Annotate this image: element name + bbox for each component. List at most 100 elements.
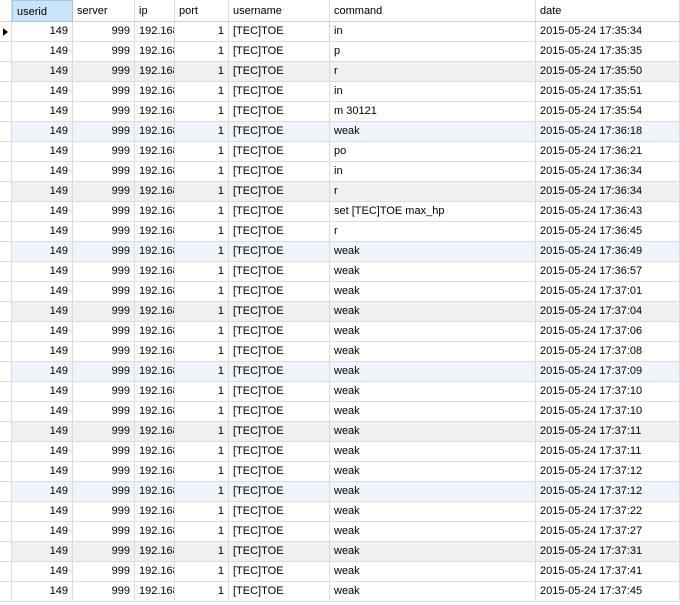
cell-command[interactable]: weak <box>330 462 536 482</box>
cell-command[interactable]: weak <box>330 442 536 462</box>
table-row[interactable]: 149 999 192.168 1 [TEC]TOE in 2015-05-24 17:36… <box>0 162 680 182</box>
table-row[interactable]: 149 999 192.168 1 [TEC]TOE p 2015-05-24 17:35:… <box>0 42 680 62</box>
cell-date[interactable]: 2015-05-24 17:36:18 <box>536 122 680 142</box>
cell-server[interactable]: 999 <box>73 122 135 142</box>
cell-ip[interactable]: 192.168 <box>135 162 175 182</box>
cell-port[interactable]: 1 <box>175 442 229 462</box>
cell-command[interactable]: weak <box>330 542 536 562</box>
table-row[interactable]: 149 999 192.168 1 [TEC]TOE weak 2015-05-24 17:… <box>0 342 680 362</box>
cell-port[interactable]: 1 <box>175 422 229 442</box>
cell-command[interactable]: weak <box>330 342 536 362</box>
cell-date[interactable]: 2015-05-24 17:35:50 <box>536 62 680 82</box>
table-row[interactable]: 149 999 192.168 1 [TEC]TOE weak 2015-05-24 17:… <box>0 382 680 402</box>
table-row[interactable]: 149 999 192.168 1 [TEC]TOE r 2015-05-24 17:36:… <box>0 222 680 242</box>
cell-ip[interactable]: 192.168 <box>135 582 175 602</box>
table-row[interactable]: 149 999 192.168 1 [TEC]TOE weak 2015-05-24 17:… <box>0 582 680 602</box>
cell-userid[interactable]: 149 <box>12 42 73 62</box>
cell-command[interactable]: weak <box>330 482 536 502</box>
cell-ip[interactable]: 192.168 <box>135 382 175 402</box>
row-indicator[interactable] <box>0 362 12 382</box>
cell-server[interactable]: 999 <box>73 82 135 102</box>
cell-command[interactable]: weak <box>330 322 536 342</box>
table-row[interactable]: 149 999 192.168 1 [TEC]TOE weak 2015-05-24 17:… <box>0 442 680 462</box>
cell-port[interactable]: 1 <box>175 382 229 402</box>
cell-ip[interactable]: 192.168 <box>135 182 175 202</box>
cell-port[interactable]: 1 <box>175 522 229 542</box>
cell-date[interactable]: 2015-05-24 17:35:35 <box>536 42 680 62</box>
cell-server[interactable]: 999 <box>73 462 135 482</box>
cell-date[interactable]: 2015-05-24 17:37:10 <box>536 402 680 422</box>
cell-username[interactable]: [TEC]TOE <box>229 202 330 222</box>
cell-username[interactable]: [TEC]TOE <box>229 562 330 582</box>
cell-server[interactable]: 999 <box>73 142 135 162</box>
cell-userid[interactable]: 149 <box>12 522 73 542</box>
cell-username[interactable]: [TEC]TOE <box>229 342 330 362</box>
row-indicator[interactable] <box>0 542 12 562</box>
cell-port[interactable]: 1 <box>175 22 229 42</box>
table-row[interactable]: 149 999 192.168 1 [TEC]TOE weak 2015-05-24 17:… <box>0 322 680 342</box>
cell-server[interactable]: 999 <box>73 22 135 42</box>
cell-userid[interactable]: 149 <box>12 62 73 82</box>
table-row[interactable]: 149 999 192.168 1 [TEC]TOE weak 2015-05-24 17:… <box>0 462 680 482</box>
cell-userid[interactable]: 149 <box>12 582 73 602</box>
table-row[interactable]: 149 999 192.168 1 [TEC]TOE weak 2015-05-24 17:… <box>0 302 680 322</box>
cell-port[interactable]: 1 <box>175 502 229 522</box>
cell-ip[interactable]: 192.168 <box>135 502 175 522</box>
table-row[interactable]: 149 999 192.168 1 [TEC]TOE weak 2015-05-24 17:… <box>0 282 680 302</box>
table-row[interactable]: 149 999 192.168 1 [TEC]TOE weak 2015-05-24 17:… <box>0 362 680 382</box>
cell-userid[interactable]: 149 <box>12 222 73 242</box>
cell-userid[interactable]: 149 <box>12 562 73 582</box>
cell-userid[interactable]: 149 <box>12 482 73 502</box>
cell-ip[interactable]: 192.168 <box>135 422 175 442</box>
table-row[interactable]: 149 999 192.168 1 [TEC]TOE weak 2015-05-24 17:… <box>0 262 680 282</box>
cell-server[interactable]: 999 <box>73 562 135 582</box>
cell-userid[interactable]: 149 <box>12 382 73 402</box>
cell-port[interactable]: 1 <box>175 322 229 342</box>
cell-server[interactable]: 999 <box>73 482 135 502</box>
cell-ip[interactable]: 192.168 <box>135 142 175 162</box>
cell-server[interactable]: 999 <box>73 322 135 342</box>
cell-ip[interactable]: 192.168 <box>135 42 175 62</box>
cell-date[interactable]: 2015-05-24 17:37:11 <box>536 442 680 462</box>
table-row[interactable]: 149 999 192.168 1 [TEC]TOE weak 2015-05-24 17:… <box>0 482 680 502</box>
row-indicator[interactable] <box>0 202 12 222</box>
cell-date[interactable]: 2015-05-24 17:36:34 <box>536 162 680 182</box>
cell-command[interactable]: weak <box>330 562 536 582</box>
cell-server[interactable]: 999 <box>73 382 135 402</box>
cell-username[interactable]: [TEC]TOE <box>229 402 330 422</box>
table-row[interactable]: 149 999 192.168 1 [TEC]TOE po 2015-05-24 17:36… <box>0 142 680 162</box>
cell-port[interactable]: 1 <box>175 42 229 62</box>
cell-date[interactable]: 2015-05-24 17:37:09 <box>536 362 680 382</box>
cell-server[interactable]: 999 <box>73 282 135 302</box>
cell-date[interactable]: 2015-05-24 17:37:04 <box>536 302 680 322</box>
cell-port[interactable]: 1 <box>175 142 229 162</box>
cell-server[interactable]: 999 <box>73 42 135 62</box>
cell-ip[interactable]: 192.168 <box>135 62 175 82</box>
cell-server[interactable]: 999 <box>73 202 135 222</box>
cell-date[interactable]: 2015-05-24 17:35:34 <box>536 22 680 42</box>
column-header-server[interactable]: server <box>73 0 135 22</box>
cell-port[interactable]: 1 <box>175 562 229 582</box>
column-header-command[interactable]: command <box>330 0 536 22</box>
cell-ip[interactable]: 192.168 <box>135 322 175 342</box>
cell-username[interactable]: [TEC]TOE <box>229 262 330 282</box>
row-indicator[interactable] <box>0 422 12 442</box>
table-row[interactable]: 149 999 192.168 1 [TEC]TOE r 2015-05-24 17:36:… <box>0 182 680 202</box>
row-indicator[interactable] <box>0 582 12 602</box>
cell-userid[interactable]: 149 <box>12 462 73 482</box>
cell-ip[interactable]: 192.168 <box>135 202 175 222</box>
cell-date[interactable]: 2015-05-24 17:36:34 <box>536 182 680 202</box>
cell-command[interactable]: p <box>330 42 536 62</box>
cell-username[interactable]: [TEC]TOE <box>229 22 330 42</box>
cell-ip[interactable]: 192.168 <box>135 542 175 562</box>
cell-port[interactable]: 1 <box>175 62 229 82</box>
cell-username[interactable]: [TEC]TOE <box>229 242 330 262</box>
row-indicator[interactable] <box>0 262 12 282</box>
cell-userid[interactable]: 149 <box>12 542 73 562</box>
cell-command[interactable]: weak <box>330 582 536 602</box>
cell-username[interactable]: [TEC]TOE <box>229 582 330 602</box>
cell-date[interactable]: 2015-05-24 17:37:06 <box>536 322 680 342</box>
cell-command[interactable]: weak <box>330 242 536 262</box>
cell-date[interactable]: 2015-05-24 17:37:45 <box>536 582 680 602</box>
cell-date[interactable]: 2015-05-24 17:35:51 <box>536 82 680 102</box>
